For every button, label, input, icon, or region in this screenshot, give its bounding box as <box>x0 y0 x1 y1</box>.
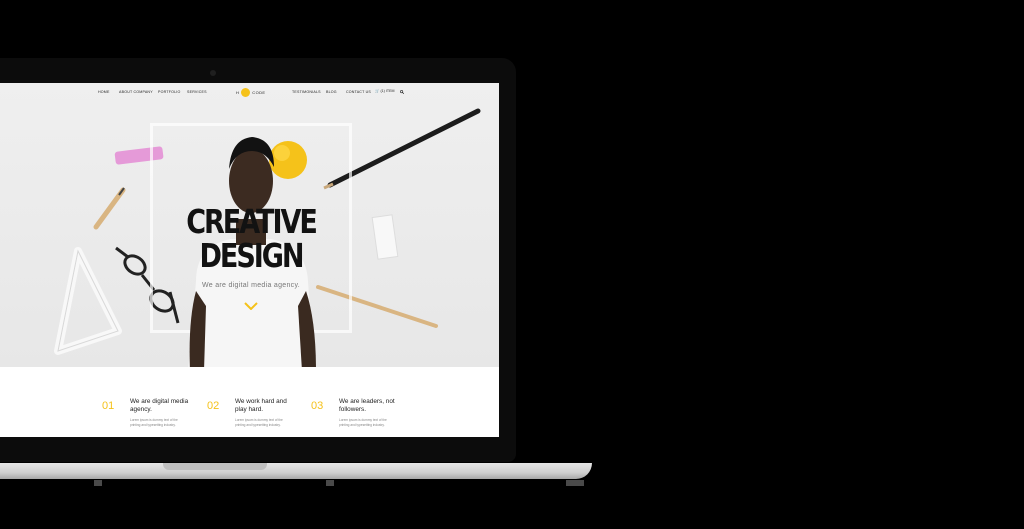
laptop-base <box>0 463 592 479</box>
feature-heading: We are leaders, not followers. <box>339 398 395 413</box>
laptop-notch <box>163 463 267 470</box>
nav-contact-us[interactable]: CONTACT US <box>346 90 371 94</box>
logo-text-left: H <box>236 89 240 95</box>
hero-title: CREATIVE DESIGN <box>168 205 334 273</box>
cart-icon: 🛒 <box>375 89 380 93</box>
hero-title-line2: DESIGN <box>199 236 304 275</box>
feature-heading: We work hard and play hard. <box>235 398 287 413</box>
laptop-foot <box>94 480 102 486</box>
feature-text: Lorem ipsum is dummy text of the printin… <box>339 418 387 427</box>
chevron-down-icon[interactable] <box>244 302 258 310</box>
laptop-foot <box>326 480 334 486</box>
sharpener-prop <box>371 214 399 260</box>
laptop-screen: HOME ABOUT COMPANY PORTFOLIO SERVICES H … <box>0 83 499 437</box>
logo-text-right: CODE <box>252 89 266 95</box>
cart-label: (1) ITEM <box>380 89 395 93</box>
feature-number: 01 <box>102 400 115 412</box>
feature-text: Lorem ipsum is dummy text of the printin… <box>235 418 283 427</box>
feature-heading: We are digital media agency. <box>130 398 189 413</box>
logo-dot <box>241 87 251 97</box>
pencil-prop-small <box>93 187 126 230</box>
features-section: 01 We are digital media agency. Lorem ip… <box>0 367 499 437</box>
hero-title-line1: CREATIVE <box>186 202 318 241</box>
nav-about-company[interactable]: ABOUT COMPANY <box>119 90 153 94</box>
cart-button[interactable]: 🛒 (1) ITEM <box>375 89 394 93</box>
site-logo[interactable]: H CODE <box>236 87 265 97</box>
nav-portfolio[interactable]: PORTFOLIO <box>158 90 181 94</box>
nav-blog[interactable]: BLOG <box>326 90 337 94</box>
nav-testimonials[interactable]: TESTIMONIALS <box>292 90 321 94</box>
camera-icon <box>210 70 216 76</box>
feature-text: Lorem ipsum is dummy text of the printin… <box>130 418 178 427</box>
nav-services[interactable]: SERVICES <box>187 90 207 94</box>
hero-section: HOME ABOUT COMPANY PORTFOLIO SERVICES H … <box>0 83 499 367</box>
feature-number: 02 <box>207 400 220 412</box>
search-icon[interactable] <box>400 90 404 94</box>
nav-home[interactable]: HOME <box>98 90 110 94</box>
laptop-foot <box>566 480 584 486</box>
top-nav: HOME ABOUT COMPANY PORTFOLIO SERVICES H … <box>0 83 499 101</box>
hero-subtitle: We are digital media agency. <box>201 282 301 289</box>
feature-number: 03 <box>311 400 324 412</box>
triangle-ruler-prop <box>54 247 122 355</box>
